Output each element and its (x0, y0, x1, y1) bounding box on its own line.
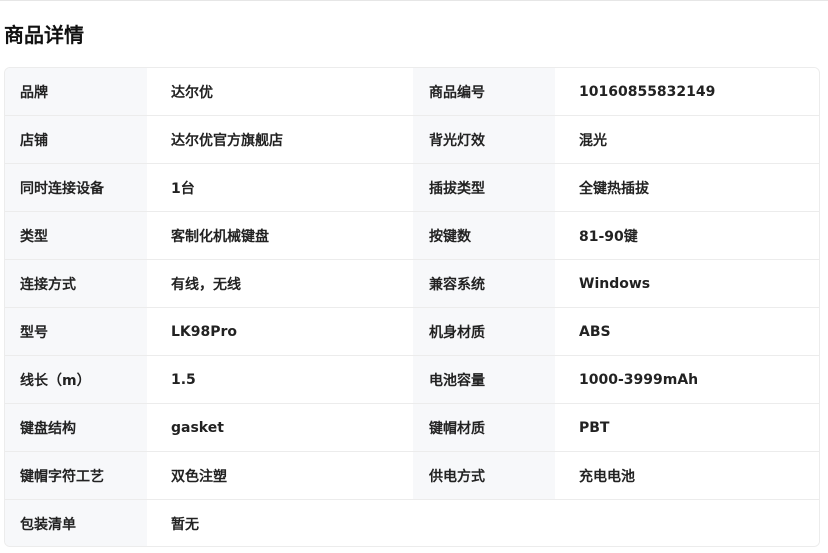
section-title: 商品详情 (4, 23, 84, 47)
spec-value: 全键热插拔 (555, 164, 819, 211)
spec-row: 型号 LK98Pro 机身材质 ABS (5, 308, 819, 356)
spec-key: 商品编号 (413, 68, 555, 115)
spec-row: 键盘结构 gasket 键帽材质 PBT (5, 404, 819, 452)
spec-table: 品牌 达尔优 商品编号 10160855832149 店铺 达尔优官方旗舰店 背… (4, 67, 820, 547)
spec-key: 键帽材质 (413, 404, 555, 451)
spec-key: 机身材质 (413, 308, 555, 355)
spec-value: 双色注塑 (147, 452, 413, 499)
spec-key: 键盘结构 (5, 404, 147, 451)
spec-value: 1000-3999mAh (555, 356, 819, 403)
spec-row: 包装清单 暂无 (5, 500, 819, 546)
spec-value: 暂无 (147, 500, 819, 546)
spec-value: 客制化机械键盘 (147, 212, 413, 259)
spec-key: 包装清单 (5, 500, 147, 546)
spec-key: 品牌 (5, 68, 147, 115)
spec-value: PBT (555, 404, 819, 451)
spec-row: 品牌 达尔优 商品编号 10160855832149 (5, 68, 819, 116)
spec-row: 同时连接设备 1台 插拔类型 全键热插拔 (5, 164, 819, 212)
spec-value: 10160855832149 (555, 68, 819, 115)
spec-key: 背光灯效 (413, 116, 555, 163)
spec-key: 型号 (5, 308, 147, 355)
spec-row: 键帽字符工艺 双色注塑 供电方式 充电电池 (5, 452, 819, 500)
spec-key: 店铺 (5, 116, 147, 163)
spec-key: 按键数 (413, 212, 555, 259)
spec-row: 类型 客制化机械键盘 按键数 81-90键 (5, 212, 819, 260)
spec-value: Windows (555, 260, 819, 307)
spec-value: 混光 (555, 116, 819, 163)
spec-value: 充电电池 (555, 452, 819, 499)
spec-key: 电池容量 (413, 356, 555, 403)
spec-value: 1.5 (147, 356, 413, 403)
spec-key: 兼容系统 (413, 260, 555, 307)
spec-value: gasket (147, 404, 413, 451)
spec-key: 供电方式 (413, 452, 555, 499)
spec-key: 插拔类型 (413, 164, 555, 211)
spec-value: 达尔优 (147, 68, 413, 115)
spec-key: 键帽字符工艺 (5, 452, 147, 499)
spec-value: 有线，无线 (147, 260, 413, 307)
spec-key: 连接方式 (5, 260, 147, 307)
spec-value: ABS (555, 308, 819, 355)
spec-value: 1台 (147, 164, 413, 211)
spec-row: 店铺 达尔优官方旗舰店 背光灯效 混光 (5, 116, 819, 164)
spec-row: 线长（m） 1.5 电池容量 1000-3999mAh (5, 356, 819, 404)
spec-key: 类型 (5, 212, 147, 259)
spec-value: LK98Pro (147, 308, 413, 355)
spec-key: 线长（m） (5, 356, 147, 403)
spec-key: 同时连接设备 (5, 164, 147, 211)
spec-value: 81-90键 (555, 212, 819, 259)
spec-value: 达尔优官方旗舰店 (147, 116, 413, 163)
top-divider (0, 0, 828, 1)
spec-row: 连接方式 有线，无线 兼容系统 Windows (5, 260, 819, 308)
